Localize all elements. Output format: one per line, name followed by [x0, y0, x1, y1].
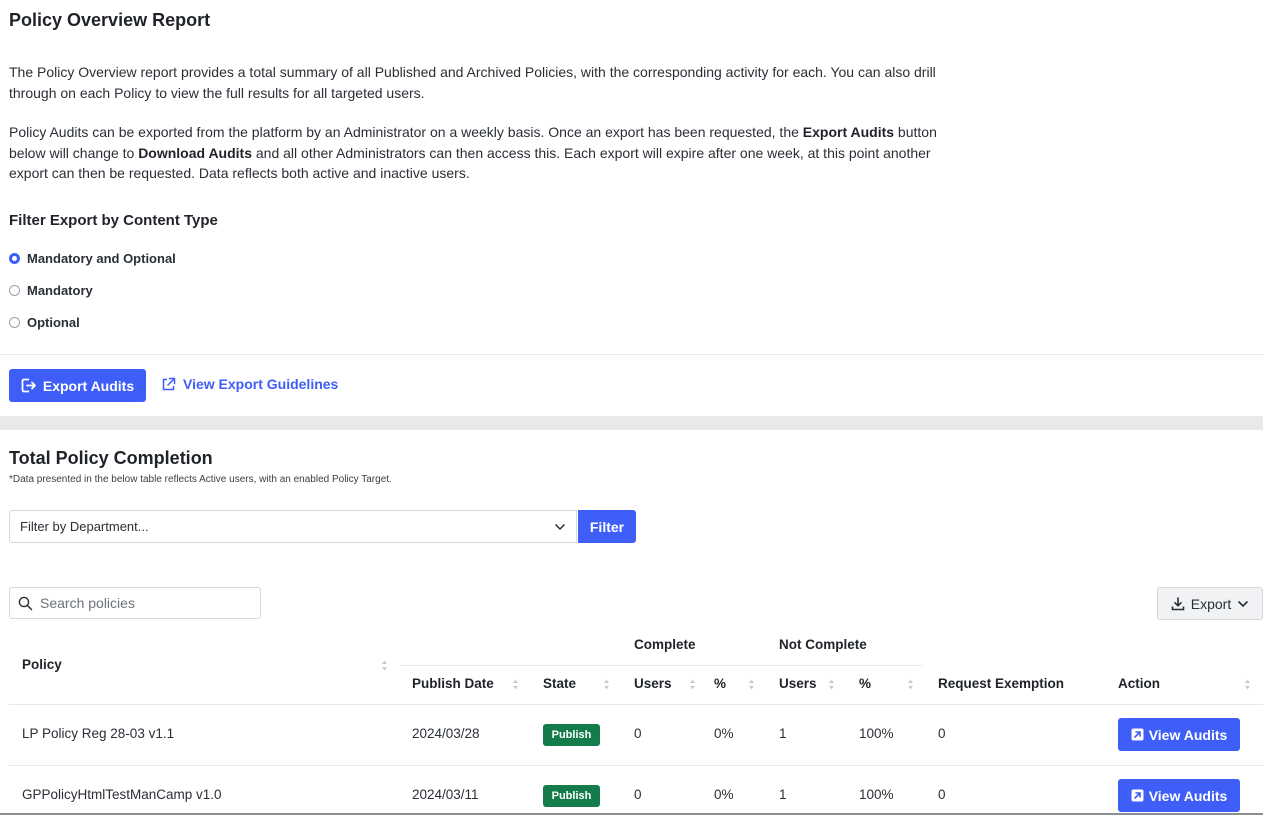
col-header-action: Action: [1118, 676, 1160, 691]
cell-not-complete-pct: 100%: [859, 726, 894, 741]
cell-complete-users: 0: [634, 726, 642, 741]
cell-not-complete-users: 1: [779, 787, 787, 802]
sort-icon[interactable]: [748, 679, 755, 690]
table-note: *Data presented in the below table refle…: [9, 474, 392, 485]
export-audits-label: Export Audits: [42, 377, 135, 394]
col-header-request-exemption: Request Exemption: [938, 676, 1065, 691]
col-header-complete-pct[interactable]: %: [714, 676, 726, 691]
radio-unselected-icon[interactable]: [9, 317, 20, 328]
view-export-guidelines-link[interactable]: View Export Guidelines: [161, 376, 338, 392]
chevron-down-icon: [554, 523, 566, 530]
cell-publish-date: 2024/03/11: [412, 787, 479, 802]
view-audits-label: View Audits: [1148, 726, 1228, 743]
col-header-state[interactable]: State: [543, 676, 576, 691]
export-dropdown-label: Export: [1190, 595, 1232, 612]
view-audits-button[interactable]: View Audits: [1118, 779, 1240, 812]
filter-button[interactable]: Filter: [578, 510, 636, 543]
sort-icon[interactable]: [907, 679, 914, 690]
radio-label: Optional: [27, 315, 80, 330]
radio-optional[interactable]: Optional: [9, 315, 80, 330]
status-badge: Publish: [543, 785, 600, 807]
cell-complete-pct: 0%: [714, 787, 734, 802]
cell-not-complete-pct: 100%: [859, 787, 894, 802]
radio-mandatory[interactable]: Mandatory: [9, 283, 93, 298]
radio-selected-icon[interactable]: [9, 253, 20, 264]
radio-unselected-icon[interactable]: [9, 285, 20, 296]
col-header-policy[interactable]: Policy: [22, 657, 62, 672]
radio-label: Mandatory: [27, 283, 93, 298]
export-icon: [21, 378, 36, 393]
sort-icon[interactable]: [603, 679, 610, 690]
divider: [0, 354, 1263, 355]
cell-not-complete-users: 1: [779, 726, 787, 741]
radio-label: Mandatory and Optional: [27, 251, 176, 266]
intro-paragraph: The Policy Overview report provides a to…: [9, 64, 936, 101]
open-icon: [1131, 789, 1144, 802]
download-icon: [1171, 596, 1185, 610]
cell-complete-users: 0: [634, 787, 642, 802]
section-separator: [0, 416, 1263, 430]
filter-export-heading: Filter Export by Content Type: [9, 212, 218, 229]
group-header-complete: Complete: [634, 637, 696, 652]
col-header-publish-date[interactable]: Publish Date: [412, 676, 494, 691]
view-audits-button[interactable]: View Audits: [1118, 718, 1240, 751]
guidelines-label: View Export Guidelines: [183, 376, 339, 392]
cell-publish-date: 2024/03/28: [412, 726, 480, 741]
department-select-value: Filter by Department...: [20, 519, 149, 534]
open-icon: [1131, 728, 1144, 741]
col-header-not-complete-pct[interactable]: %: [859, 676, 871, 691]
sort-icon[interactable]: [689, 679, 696, 690]
status-badge: Publish: [543, 724, 600, 746]
cell-complete-pct: 0%: [714, 726, 734, 741]
cell-policy[interactable]: LP Policy Reg 28-03 v1.1: [22, 726, 174, 741]
page-title: Policy Overview Report: [9, 10, 211, 30]
col-header-not-complete-users[interactable]: Users: [779, 676, 817, 691]
search-icon: [18, 596, 33, 610]
export-audits-button[interactable]: Export Audits: [9, 369, 146, 402]
header-group-divider: [400, 665, 923, 666]
row-divider: [9, 765, 1263, 766]
bottom-edge: [0, 813, 1263, 815]
cell-request-exemption: 0: [938, 787, 946, 802]
external-link-icon: [162, 377, 176, 390]
group-header-not-complete: Not Complete: [779, 637, 867, 652]
table-header-divider: [9, 704, 1263, 705]
search-placeholder: Search policies: [40, 595, 135, 611]
col-header-complete-users[interactable]: Users: [634, 676, 672, 691]
cell-request-exemption: 0: [938, 726, 946, 741]
view-audits-label: View Audits: [1148, 787, 1228, 804]
sort-icon[interactable]: [828, 679, 835, 690]
search-input[interactable]: Search policies: [9, 587, 261, 619]
sort-icon[interactable]: [1244, 679, 1251, 690]
export-info-paragraph: Policy Audits can be exported from the p…: [9, 124, 937, 181]
export-dropdown-button[interactable]: Export: [1157, 587, 1263, 620]
department-select[interactable]: Filter by Department...: [9, 510, 577, 543]
radio-mandatory-and-optional[interactable]: Mandatory and Optional: [9, 251, 176, 266]
chevron-down-icon: [1238, 600, 1249, 607]
section-title: Total Policy Completion: [9, 448, 213, 468]
sort-icon[interactable]: [381, 660, 388, 671]
sort-icon[interactable]: [512, 679, 519, 690]
cell-policy[interactable]: GPPolicyHtmlTestManCamp v1.0: [22, 787, 222, 802]
